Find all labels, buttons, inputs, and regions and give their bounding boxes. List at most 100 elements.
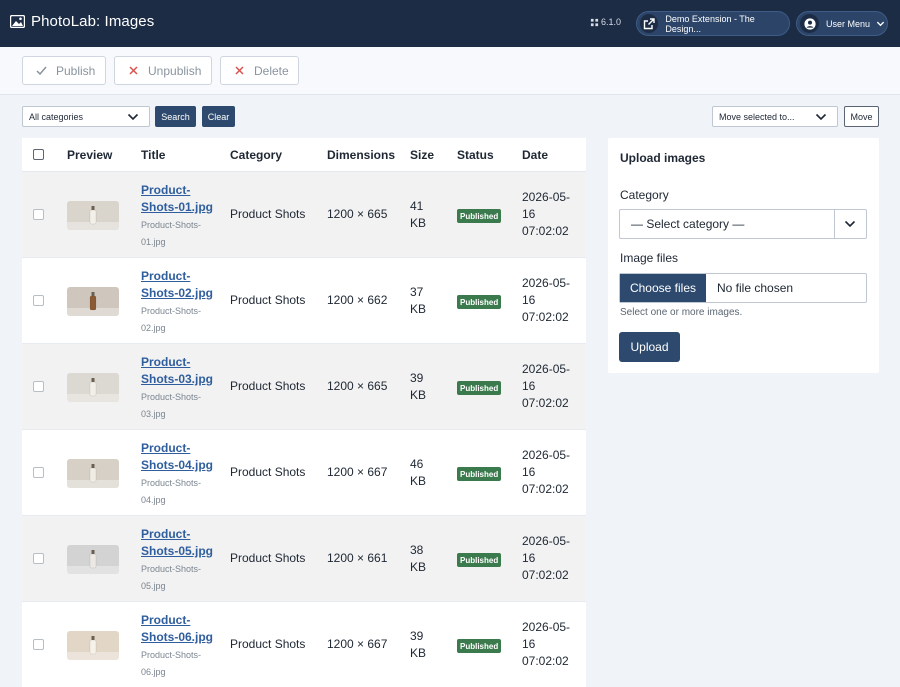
row-checkbox[interactable]	[33, 639, 44, 650]
image-title-link[interactable]: Product-Shots-03.jpg	[141, 354, 221, 388]
chevron-down-icon	[815, 113, 827, 121]
image-files-input[interactable]: Choose files No file chosen	[619, 273, 867, 303]
user-icon	[803, 17, 816, 30]
product-photo-icon	[67, 459, 119, 488]
status-badge[interactable]: Published	[457, 639, 502, 653]
file-status-text: No file chosen	[717, 281, 794, 295]
column-header-size[interactable]: Size	[410, 148, 434, 162]
publish-button[interactable]: Publish	[22, 56, 106, 85]
joomla-icon	[590, 18, 599, 26]
images-table: Preview Title Category Dimensions Size S…	[22, 138, 586, 687]
row-checkbox[interactable]	[33, 209, 44, 220]
product-photo-icon	[67, 201, 119, 230]
upload-category-label: Category	[620, 188, 669, 202]
external-link-icon	[644, 17, 655, 29]
publish-label: Publish	[56, 63, 96, 78]
select-all-checkbox[interactable]	[33, 149, 44, 160]
status-badge[interactable]: Published	[457, 209, 502, 223]
upload-hint: Select one or more images.	[620, 307, 743, 318]
action-toolbar: Publish Unpublish Delete	[0, 47, 900, 95]
choose-files-button[interactable]: Choose files	[620, 274, 706, 302]
column-header-date[interactable]: Date	[522, 148, 548, 162]
upload-panel: Upload images Category — Select category…	[608, 138, 879, 373]
user-icon-wrap	[800, 14, 819, 33]
chevron-down-icon	[844, 220, 856, 228]
image-filename: Product-Shots-04.jpg	[141, 478, 202, 505]
image-size: 41 KB	[410, 199, 427, 230]
image-thumbnail[interactable]	[67, 459, 119, 488]
table-row: Product-Shots-04.jpg Product-Shots-04.jpg…	[22, 430, 586, 516]
clear-button[interactable]: Clear	[202, 106, 235, 127]
image-date: 2026-05-16 07:02:02	[522, 362, 571, 410]
image-date: 2026-05-16 07:02:02	[522, 534, 571, 582]
upload-category-select[interactable]: — Select category —	[619, 209, 867, 239]
table-body: Product-Shots-01.jpg Product-Shots-01.jpg…	[22, 172, 586, 687]
table-row: Product-Shots-01.jpg Product-Shots-01.jpg…	[22, 172, 586, 258]
image-date: 2026-05-16 07:02:02	[522, 620, 571, 668]
column-header-category[interactable]: Category	[230, 148, 282, 162]
image-dimensions: 1200 × 665	[327, 207, 388, 221]
upload-category-value: — Select category —	[631, 217, 745, 231]
image-thumbnail[interactable]	[67, 545, 119, 574]
delete-button[interactable]: Delete	[220, 56, 299, 85]
image-filename: Product-Shots-03.jpg	[141, 392, 202, 419]
image-category: Product Shots	[230, 379, 306, 393]
version-label: 6.1.0	[590, 17, 621, 27]
image-date: 2026-05-16 07:02:02	[522, 448, 571, 496]
extension-link-label: Demo Extension - The Design...	[665, 13, 755, 34]
column-header-status[interactable]: Status	[457, 148, 494, 162]
column-header-preview[interactable]: Preview	[67, 148, 112, 162]
status-badge[interactable]: Published	[457, 467, 502, 481]
category-filter-select[interactable]: All categories	[22, 106, 150, 127]
extension-link-button[interactable]: Demo Extension - The Design...	[636, 11, 790, 36]
delete-label: Delete	[254, 63, 289, 78]
row-checkbox[interactable]	[33, 553, 44, 564]
image-category: Product Shots	[230, 293, 306, 307]
table-row: Product-Shots-03.jpg Product-Shots-03.jpg…	[22, 344, 586, 430]
row-checkbox[interactable]	[33, 295, 44, 306]
select-divider	[834, 210, 835, 238]
page-title: PhotoLab: Images	[31, 13, 155, 30]
upload-heading: Upload images	[620, 151, 706, 165]
check-icon	[36, 66, 47, 76]
image-date: 2026-05-16 07:02:02	[522, 190, 571, 238]
column-header-title[interactable]: Title	[141, 148, 165, 162]
search-button[interactable]: Search	[155, 106, 196, 127]
product-photo-icon	[67, 287, 119, 316]
image-date: 2026-05-16 07:02:02	[522, 276, 571, 324]
row-checkbox[interactable]	[33, 381, 44, 392]
chevron-down-icon	[876, 21, 885, 27]
chevron-down-icon	[127, 113, 139, 121]
image-title-link[interactable]: Product-Shots-05.jpg	[141, 526, 221, 560]
image-filename: Product-Shots-06.jpg	[141, 650, 202, 677]
image-filename: Product-Shots-05.jpg	[141, 564, 202, 591]
image-thumbnail[interactable]	[67, 201, 119, 230]
image-files-label: Image files	[620, 251, 679, 265]
image-thumbnail[interactable]	[67, 373, 119, 402]
move-button[interactable]: Move	[844, 106, 879, 127]
user-menu-button[interactable]: User Menu	[796, 11, 888, 36]
column-header-dimensions[interactable]: Dimensions	[327, 148, 395, 162]
image-title-link[interactable]: Product-Shots-04.jpg	[141, 440, 221, 474]
image-size: 38 KB	[410, 543, 427, 574]
product-photo-icon	[67, 545, 119, 574]
image-thumbnail[interactable]	[67, 631, 119, 660]
image-icon	[10, 15, 25, 28]
image-size: 39 KB	[410, 371, 427, 402]
image-title-link[interactable]: Product-Shots-06.jpg	[141, 612, 221, 646]
table-row: Product-Shots-06.jpg Product-Shots-06.jpg…	[22, 602, 586, 687]
image-dimensions: 1200 × 662	[327, 293, 388, 307]
table-row: Product-Shots-02.jpg Product-Shots-02.jpg…	[22, 258, 586, 344]
unpublish-button[interactable]: Unpublish	[114, 56, 212, 85]
image-title-link[interactable]: Product-Shots-02.jpg	[141, 268, 221, 302]
upload-button[interactable]: Upload	[619, 332, 680, 362]
move-target-select[interactable]: Move selected to...	[712, 106, 838, 127]
image-thumbnail[interactable]	[67, 287, 119, 316]
status-badge[interactable]: Published	[457, 295, 502, 309]
status-badge[interactable]: Published	[457, 553, 502, 567]
image-size: 37 KB	[410, 285, 427, 316]
row-checkbox[interactable]	[33, 467, 44, 478]
status-badge[interactable]: Published	[457, 381, 502, 395]
unpublish-label: Unpublish	[148, 63, 202, 78]
image-title-link[interactable]: Product-Shots-01.jpg	[141, 182, 221, 216]
